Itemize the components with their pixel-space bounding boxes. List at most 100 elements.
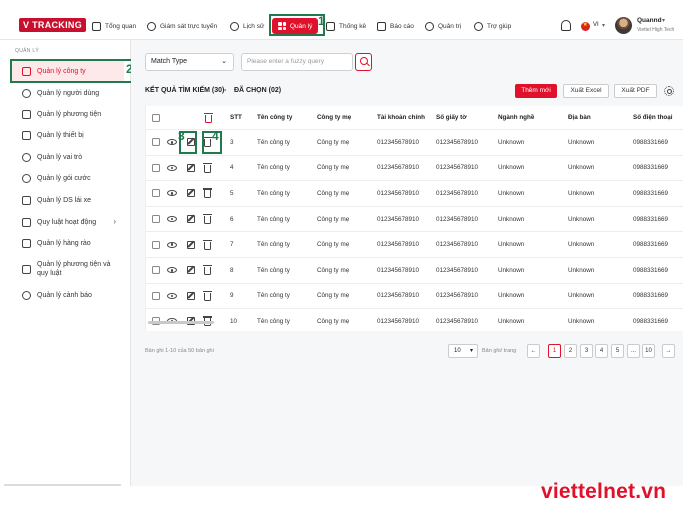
table-cell: 012345678910 <box>377 189 420 197</box>
nav-label: Tổng quan <box>105 22 137 30</box>
search-input[interactable]: Please enter a fuzzy query <box>241 53 353 71</box>
settings-gear-icon[interactable] <box>664 86 674 96</box>
row-checkbox[interactable] <box>152 181 160 206</box>
table-cell: 012345678910 <box>377 164 420 172</box>
column-header[interactable]: STT <box>230 106 242 129</box>
sidebar-item-quan-ly-canh-bao[interactable]: Quản lý cảnh báo <box>12 285 124 305</box>
column-header[interactable]: Tên công ty <box>257 106 292 129</box>
sidebar-scrollbar[interactable] <box>4 484 121 486</box>
search-button[interactable] <box>355 53 372 71</box>
page-button[interactable]: 2 <box>564 344 577 358</box>
chevron-down-icon[interactable]: ▾ <box>602 22 605 29</box>
avatar[interactable] <box>615 17 632 34</box>
column-header[interactable]: Ngành nghề <box>498 106 534 129</box>
nav-lich-su[interactable]: Lịch sử <box>230 18 264 34</box>
table-cell: Unknown <box>498 241 525 249</box>
device-icon <box>22 130 31 140</box>
column-header[interactable]: Công ty mẹ <box>317 106 351 129</box>
edit-icon[interactable] <box>187 284 195 309</box>
table-cell: Unknown <box>498 189 525 197</box>
sidebar-item-quan-ly-phuong-tien[interactable]: Quản lý phương tiện <box>12 104 124 124</box>
nav-tong-quan[interactable]: Tổng quan <box>92 18 136 34</box>
edit-icon[interactable] <box>187 207 195 232</box>
prev-page-button[interactable]: ← <box>527 344 540 358</box>
user-name[interactable]: Quannd <box>637 17 662 24</box>
users-icon <box>22 88 31 98</box>
add-new-button[interactable]: Thêm mới <box>515 84 557 98</box>
sidebar-item-quan-ly-ds-lai-xe[interactable]: Quản lý DS lái xe <box>12 190 124 210</box>
horizontal-scrollbar[interactable] <box>148 321 214 324</box>
chevron-down-icon[interactable]: ▾ <box>662 17 665 24</box>
page-button[interactable]: 3 <box>580 344 593 358</box>
column-header[interactable]: Tài khoản chính <box>377 106 425 129</box>
sidebar-item-quy-luat-hoat-dong[interactable]: Quy luật hoạt động › <box>12 212 124 232</box>
table-cell: Công ty mẹ <box>317 266 350 274</box>
trash-icon[interactable] <box>203 284 212 309</box>
page-button[interactable]: 4 <box>595 344 608 358</box>
next-page-button[interactable]: → <box>662 344 675 358</box>
row-checkbox[interactable] <box>152 207 160 232</box>
highlight-box-2 <box>10 59 135 83</box>
row-checkbox[interactable] <box>152 156 160 181</box>
nav-thong-ke[interactable]: Thống kê <box>326 18 366 34</box>
table-row: 8 Tên công ty Công ty mẹ 012345678910 012345… <box>146 258 683 284</box>
export-excel-button[interactable]: Xuất Excel <box>563 84 609 98</box>
row-checkbox[interactable] <box>152 232 160 257</box>
language-code[interactable]: VI <box>593 22 599 28</box>
column-header[interactable]: Số điện thoại <box>633 106 673 129</box>
result-count: KẾT QUẢ TÌM KIẾM (30) <box>145 87 225 94</box>
trash-icon[interactable] <box>203 258 212 283</box>
eye-icon[interactable] <box>167 232 177 257</box>
table-cell: Unknown <box>568 317 595 325</box>
bell-icon[interactable] <box>561 20 571 31</box>
page-button[interactable]: ... <box>627 344 640 358</box>
trash-icon[interactable] <box>203 232 212 257</box>
sidebar-item-quan-ly-hang-rao[interactable]: Quản lý hàng rào <box>12 233 124 253</box>
nav-bao-cao[interactable]: Báo cáo <box>377 18 414 34</box>
export-pdf-button[interactable]: Xuất PDF <box>614 84 657 98</box>
nav-giam-sat[interactable]: Giám sát trực tuyến <box>147 18 217 34</box>
eye-icon[interactable] <box>167 156 177 181</box>
edit-icon[interactable] <box>187 258 195 283</box>
bulk-delete-icon[interactable] <box>204 106 213 129</box>
page-button[interactable]: 10 <box>642 344 655 358</box>
row-checkbox[interactable] <box>152 284 160 309</box>
result-separator: - <box>224 87 227 94</box>
row-checkbox[interactable] <box>152 130 160 155</box>
eye-icon[interactable] <box>167 207 177 232</box>
edit-icon[interactable] <box>187 181 195 206</box>
nav-label: Báo cáo <box>390 22 414 30</box>
column-header[interactable]: Địa bàn <box>568 106 591 129</box>
edit-icon[interactable] <box>187 156 195 181</box>
per-page-select[interactable]: 10 ▾ <box>448 344 478 358</box>
sidebar-item-quan-ly-phuong-tien-va-quy-luat[interactable]: Quản lý phương tiện và quy luật <box>12 255 124 283</box>
page-button[interactable]: 5 <box>611 344 624 358</box>
eye-icon[interactable] <box>167 181 177 206</box>
table-cell: 6 <box>230 215 234 223</box>
sidebar-item-quan-ly-thiet-bi[interactable]: Quản lý thiết bị <box>12 125 124 145</box>
page-button[interactable]: 1 <box>548 344 561 358</box>
sidebar-item-quan-ly-nguoi-dung[interactable]: Quản lý người dùng <box>12 83 124 103</box>
trash-icon[interactable] <box>203 181 212 206</box>
table-cell: Unknown <box>568 215 595 223</box>
match-type-select[interactable]: Match Type ⌄ <box>145 53 234 71</box>
app-logo[interactable]: V TRACKING <box>19 18 86 32</box>
eye-icon[interactable] <box>167 130 177 155</box>
trash-icon[interactable] <box>203 156 212 181</box>
table-cell: 5 <box>230 189 234 197</box>
table-cell: Unknown <box>498 317 525 325</box>
table-cell: 0988331669 <box>633 189 669 197</box>
eye-icon[interactable] <box>167 258 177 283</box>
sidebar-item-quan-ly-goi-cuoc[interactable]: Quản lý gói cước <box>12 168 124 188</box>
edit-icon[interactable] <box>187 232 195 257</box>
nav-quan-tri[interactable]: Quản trị <box>425 18 461 34</box>
eye-icon[interactable] <box>167 284 177 309</box>
select-all-checkbox[interactable] <box>152 106 160 129</box>
row-checkbox[interactable] <box>152 258 160 283</box>
table-cell: Công ty mẹ <box>317 241 350 249</box>
vietnam-flag-icon[interactable] <box>581 21 590 31</box>
nav-tro-giup[interactable]: Trợ giúp <box>474 18 511 34</box>
trash-icon[interactable] <box>203 207 212 232</box>
column-header[interactable]: Số giấy tờ <box>436 106 467 129</box>
sidebar-item-quan-ly-vai-tro[interactable]: Quản lý vai trò <box>12 147 124 167</box>
